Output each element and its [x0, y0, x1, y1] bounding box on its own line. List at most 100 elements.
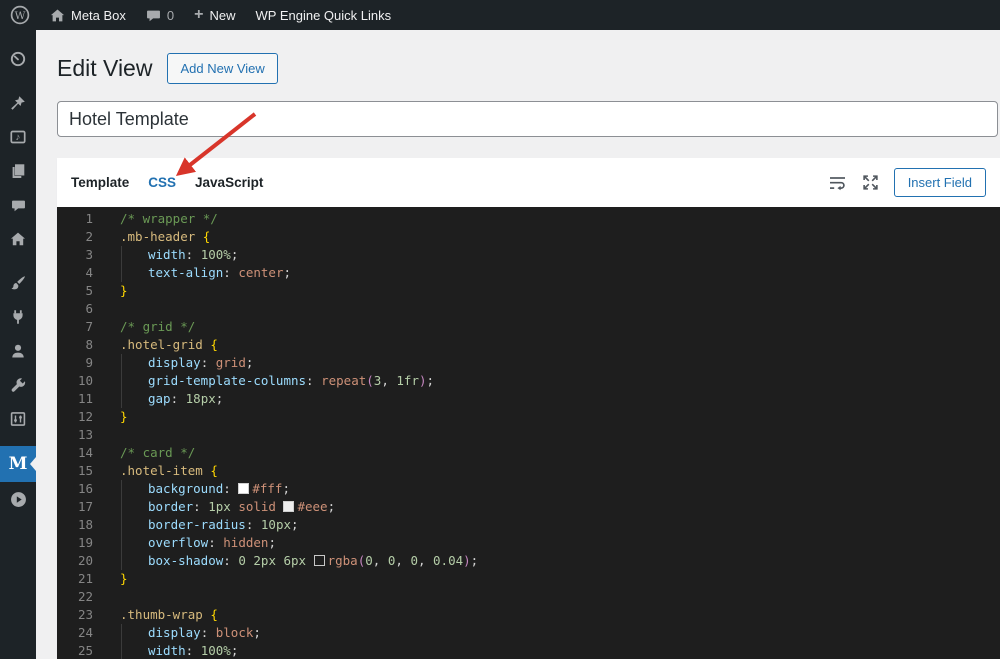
sidebar-item-settings[interactable] [0, 402, 36, 436]
line-number: 18 [57, 516, 93, 534]
admin-bar: W Meta Box 0 + New WP Engine Quick Links [0, 0, 1000, 30]
line-number: 16 [57, 480, 93, 498]
site-name: Meta Box [71, 8, 126, 23]
line-number: 20 [57, 552, 93, 570]
media-icon: ♪ [10, 129, 26, 145]
appearance-brush-icon [10, 275, 26, 291]
play-circle-icon [10, 491, 27, 508]
line-number: 1 [57, 210, 93, 228]
line-number: 6 [57, 300, 93, 318]
view-editor-panel: Template CSS JavaScript [57, 158, 1000, 659]
code-line: 19overflow: hidden; [57, 534, 1000, 552]
soft-wrap-icon[interactable] [828, 174, 847, 191]
pages-icon [10, 163, 26, 179]
sidebar-item-pages[interactable] [0, 154, 36, 188]
tools-wrench-icon [10, 377, 26, 393]
new-label: New [210, 8, 236, 23]
users-icon [10, 343, 26, 359]
add-new-view-button[interactable]: Add New View [167, 53, 277, 84]
code-line: 17border: 1px solid #eee; [57, 498, 1000, 516]
code-line: 20box-shadow: 0 2px 6px rgba(0, 0, 0, 0.… [57, 552, 1000, 570]
code-line: 6 [57, 300, 1000, 318]
plus-icon: + [194, 7, 203, 23]
view-title-input[interactable] [57, 101, 998, 137]
line-number: 13 [57, 426, 93, 444]
sidebar-item-plugins[interactable] [0, 300, 36, 334]
site-name-menu[interactable]: Meta Box [40, 0, 136, 30]
line-number: 25 [57, 642, 93, 659]
wp-engine-quick-links-menu[interactable]: WP Engine Quick Links [246, 0, 402, 30]
editor-tabs: Template CSS JavaScript [71, 175, 263, 190]
editor-toolbar: Template CSS JavaScript [57, 158, 1000, 207]
svg-text:♪: ♪ [16, 132, 21, 143]
main-content: Edit View Add New View Template CSS Java… [36, 30, 1000, 659]
line-number: 19 [57, 534, 93, 552]
sidebar-item-posts[interactable] [0, 86, 36, 120]
metabox-icon: M [9, 454, 28, 474]
sidebar-item-dashboard[interactable] [0, 42, 36, 76]
line-number: 9 [57, 354, 93, 372]
color-swatch [283, 501, 294, 512]
tab-template[interactable]: Template [71, 175, 129, 190]
svg-text:W: W [15, 10, 26, 22]
comment-bubble-icon [146, 8, 161, 23]
line-number: 4 [57, 264, 93, 282]
sidebar-item-comments[interactable] [0, 188, 36, 222]
code-line: 13 [57, 426, 1000, 444]
code-line: 16background: #fff; [57, 480, 1000, 498]
new-menu[interactable]: + New [184, 0, 245, 30]
code-line: 5} [57, 282, 1000, 300]
code-line: 1/* wrapper */ [57, 210, 1000, 228]
tab-css[interactable]: CSS [148, 175, 176, 190]
code-line: 14/* card */ [57, 444, 1000, 462]
code-line: 23.thumb-wrap { [57, 606, 1000, 624]
line-number: 15 [57, 462, 93, 480]
insert-field-button[interactable]: Insert Field [894, 168, 986, 197]
code-line: 8.hotel-grid { [57, 336, 1000, 354]
page-title: Edit View [57, 55, 152, 82]
line-number: 23 [57, 606, 93, 624]
tab-javascript[interactable]: JavaScript [195, 175, 263, 190]
posts-pin-icon [10, 95, 26, 111]
code-line: 4text-align: center; [57, 264, 1000, 282]
wordpress-logo-menu[interactable]: W [0, 0, 40, 30]
sidebar-item-hotel[interactable] [0, 222, 36, 256]
color-swatch [238, 483, 249, 494]
sidebar-item-video[interactable] [0, 482, 36, 516]
line-number: 2 [57, 228, 93, 246]
code-line: 7/* grid */ [57, 318, 1000, 336]
fullscreen-icon[interactable] [862, 174, 879, 191]
code-line: 21} [57, 570, 1000, 588]
settings-sliders-icon [10, 411, 26, 427]
code-area: 1/* wrapper */2.mb-header {3width: 100%;… [57, 210, 1000, 659]
sidebar-item-tools[interactable] [0, 368, 36, 402]
line-number: 7 [57, 318, 93, 336]
code-line: 25width: 100%; [57, 642, 1000, 659]
code-line: 9display: grid; [57, 354, 1000, 372]
color-swatch [314, 555, 325, 566]
code-editor[interactable]: 1/* wrapper */2.mb-header {3width: 100%;… [57, 207, 1000, 659]
code-line: 24display: block; [57, 624, 1000, 642]
line-number: 17 [57, 498, 93, 516]
line-number: 10 [57, 372, 93, 390]
comment-count: 0 [167, 8, 174, 23]
code-line: 22 [57, 588, 1000, 606]
code-line: 11gap: 18px; [57, 390, 1000, 408]
code-line: 3width: 100%; [57, 246, 1000, 264]
wp-engine-label: WP Engine Quick Links [256, 8, 392, 23]
comments-icon [11, 198, 26, 213]
wordpress-logo-icon: W [10, 5, 30, 25]
line-number: 12 [57, 408, 93, 426]
code-line: 15.hotel-item { [57, 462, 1000, 480]
line-number: 22 [57, 588, 93, 606]
home-icon [50, 8, 65, 23]
home-icon [10, 231, 26, 247]
line-number: 5 [57, 282, 93, 300]
sidebar-item-appearance[interactable] [0, 266, 36, 300]
comments-menu[interactable]: 0 [136, 0, 184, 30]
sidebar-item-users[interactable] [0, 334, 36, 368]
code-line: 18border-radius: 10px; [57, 516, 1000, 534]
admin-sidebar: ♪ [0, 30, 36, 659]
sidebar-item-media[interactable]: ♪ [0, 120, 36, 154]
sidebar-item-metabox[interactable]: M [0, 446, 36, 482]
